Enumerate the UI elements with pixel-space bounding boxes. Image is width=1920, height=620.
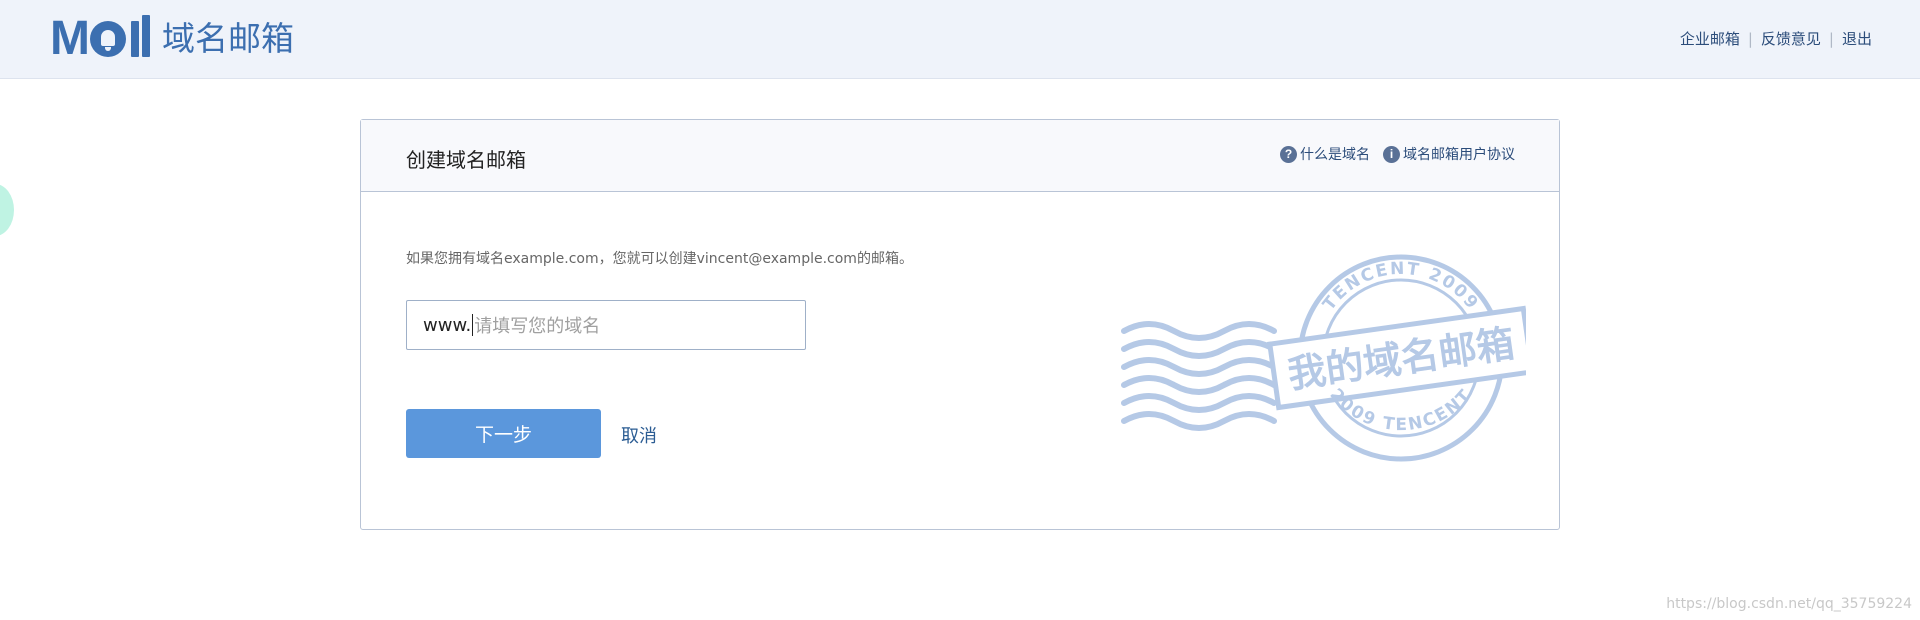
top-header: M 域名邮箱 企业邮箱 | 反馈意见 | 退出 xyxy=(0,0,1920,79)
next-step-button[interactable]: 下一步 xyxy=(406,409,601,458)
info-icon: i xyxy=(1383,145,1400,163)
help-links: ? 什么是域名 i 域名邮箱用户协议 xyxy=(1267,144,1515,164)
logo[interactable]: M 域名邮箱 xyxy=(50,14,294,64)
description-text: 如果您拥有域名example.com，您就可以创建vincent@example… xyxy=(406,251,913,267)
enterprise-mail-link[interactable]: 企业邮箱 xyxy=(1680,28,1740,49)
card-header: 创建域名邮箱 ? 什么是域名 i 域名邮箱用户协议 xyxy=(361,120,1559,192)
postmark-stamp-icon: 我的域名邮箱 TENCENT 2009 2009 TENCENT xyxy=(1121,254,1526,462)
question-icon: ? xyxy=(1280,145,1297,163)
user-agreement-label: 域名邮箱用户协议 xyxy=(1403,147,1515,163)
domain-input[interactable]: www. 请填写您的域名 xyxy=(406,300,806,350)
top-links: 企业邮箱 | 反馈意见 | 退出 xyxy=(1680,28,1872,49)
logo-title: 域名邮箱 xyxy=(161,19,294,58)
separator: | xyxy=(1747,29,1753,48)
what-is-domain-label: 什么是域名 xyxy=(1300,147,1370,163)
text-caret xyxy=(472,314,474,336)
what-is-domain-link[interactable]: ? 什么是域名 xyxy=(1280,144,1370,164)
user-agreement-link[interactable]: i 域名邮箱用户协议 xyxy=(1383,144,1515,164)
separator: | xyxy=(1828,29,1834,48)
decorative-blob xyxy=(0,184,14,236)
logout-link[interactable]: 退出 xyxy=(1842,28,1872,49)
mail-logo-icon: M xyxy=(50,15,150,63)
create-domain-mail-card: 创建域名邮箱 ? 什么是域名 i 域名邮箱用户协议 如果您拥有域名example… xyxy=(360,119,1560,530)
card-title: 创建域名邮箱 xyxy=(406,148,526,172)
watermark-text: https://blog.csdn.net/qq_35759224 xyxy=(1666,596,1912,612)
feedback-link[interactable]: 反馈意见 xyxy=(1761,28,1821,49)
domain-prefix: www. xyxy=(423,314,472,336)
cancel-link[interactable]: 取消 xyxy=(621,422,657,448)
domain-input-placeholder: 请填写您的域名 xyxy=(474,316,601,337)
